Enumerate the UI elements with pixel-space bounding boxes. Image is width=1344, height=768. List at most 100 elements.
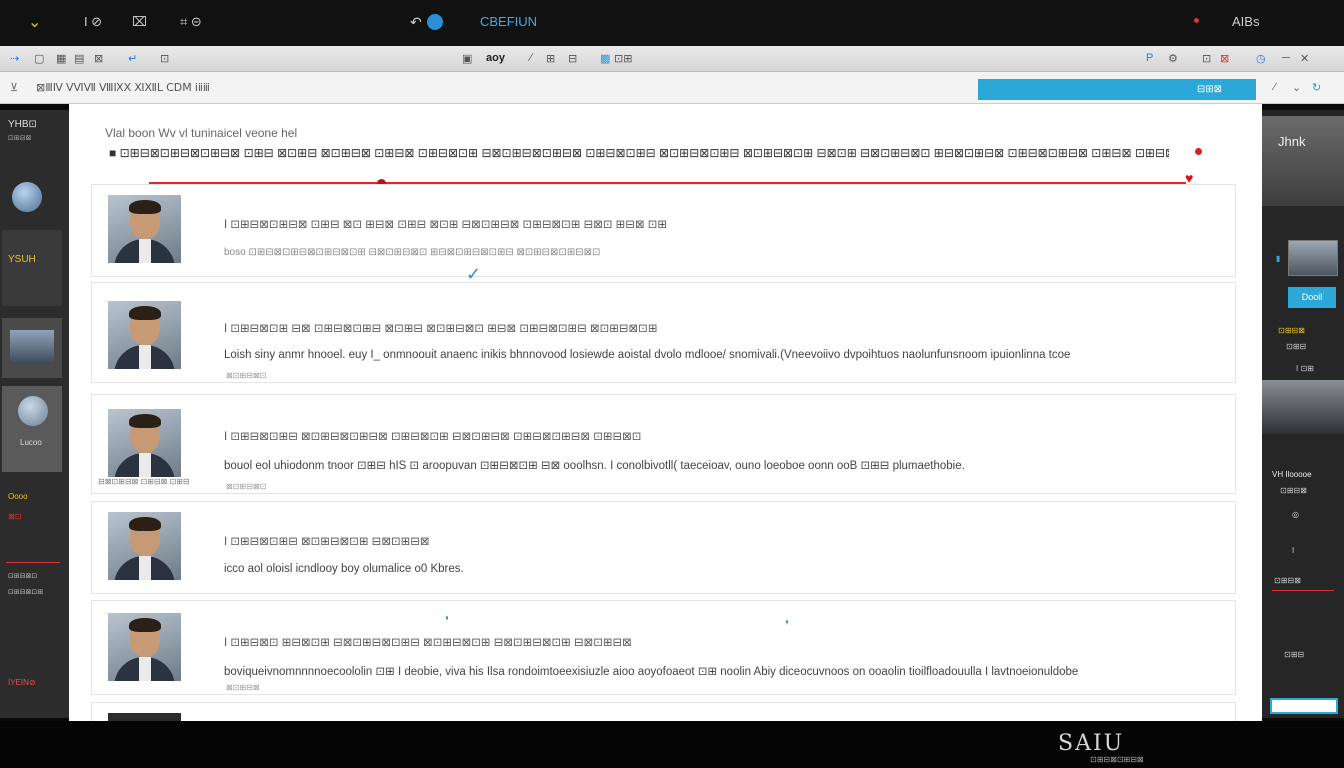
title-bar: ⌄ I ⊘ ⌧ ⌗ ⊝ ↶ CBEFIUN AIBs xyxy=(0,0,1344,46)
edit-marker-icon[interactable]: ❜ xyxy=(785,618,789,632)
list-item[interactable]: I ⊡⊞⊟⊠⊡⊞ ⊟⊠ ⊡⊞⊟⊠⊡⊞⊟ ⊠⊡⊞⊟ ⊠⊡⊞⊟⊠⊡ ⊞⊟⊠ ⊡⊞⊟⊠… xyxy=(91,282,1236,383)
globe-icon[interactable] xyxy=(12,182,42,212)
record-indicator-icon xyxy=(1194,18,1199,23)
back-arrow-icon[interactable]: ↶ xyxy=(410,14,422,31)
preview-image[interactable] xyxy=(1262,116,1344,206)
settings-icon[interactable]: ⚙ xyxy=(1168,52,1178,65)
tool-icon-11[interactable]: ⊡⊞ xyxy=(614,52,632,65)
sidebar-link-2[interactable]: ⊡⊞⊟⊠⊡⊞ xyxy=(8,588,43,596)
sidebar-subtitle: ⊡⊞⊟⊠ xyxy=(8,135,32,142)
sidebar-title: YHB⊡ xyxy=(8,119,37,130)
pin-icon[interactable]: P xyxy=(1146,52,1153,64)
avatar xyxy=(108,512,181,580)
tool-icon-7[interactable]: ⁄ xyxy=(530,52,532,64)
landscape-image[interactable] xyxy=(1262,380,1344,434)
row-title: I ⊡⊞⊟⊠⊡⊞ ⊟⊠ ⊡⊞⊟⊠⊡⊞⊟ ⊠⊡⊞⊟ ⊠⊡⊞⊟⊠⊡ ⊞⊟⊠ ⊡⊞⊟⊠… xyxy=(224,323,658,335)
window-close-icon[interactable]: ✕ xyxy=(1300,52,1309,65)
brand-tagline: ⊡⊞⊟⊠⊡⊞⊟⊠ xyxy=(1090,755,1144,764)
help-icon[interactable]: ◷ xyxy=(1256,52,1266,65)
image-icon[interactable]: ▣ xyxy=(462,52,472,65)
row-title: I ⊡⊞⊟⊠⊡ ⊞⊟⊠⊡⊞ ⊟⊠⊡⊞⊟⊠⊡⊞⊟ ⊠⊡⊞⊟⊠⊡⊞ ⊟⊠⊡⊞⊟⊠⊡⊞… xyxy=(224,637,632,649)
sidebar-footer-label[interactable]: IYEIN⊘ xyxy=(8,678,36,687)
app-title: CBEFIUN xyxy=(480,14,538,29)
tool-icon-3[interactable]: ▦ xyxy=(56,52,66,65)
avatar xyxy=(108,613,181,681)
tool-icon-6[interactable]: ⊡ xyxy=(160,52,169,65)
sidebar-alert-icon[interactable]: ⊠⊡ xyxy=(8,512,21,521)
close-icon[interactable]: ⊠ xyxy=(94,52,103,65)
page-subtitle: ■ ⊡⊞⊟⊠⊡⊞⊟⊠⊡⊞⊟⊠ ⊡⊞⊟ ⊠⊡⊞⊟ ⊠⊡⊞⊟⊠ ⊡⊞⊟⊠ ⊡⊞⊟⊠⊡… xyxy=(109,146,1169,160)
avatar xyxy=(108,409,181,477)
alert-icon[interactable]: ⊠ xyxy=(1220,52,1229,65)
topbar-item-3[interactable]: ⌗ ⊝ xyxy=(180,14,202,30)
main-content: Vlal boon Wv vl tuninaicel veone hel ■ ⊡… xyxy=(69,104,1262,722)
toolbar-center-label[interactable]: aoy xyxy=(486,52,505,64)
list-item[interactable]: I ⊡⊞⊟⊠⊡⊞⊟⊠ ⊡⊞⊟ ⊠⊡ ⊞⊟⊠ ⊡⊞⊟ ⊠⊡⊞ ⊟⊠⊡⊞⊟⊠ ⊡⊞⊟… xyxy=(91,184,1236,277)
tool-icon-8[interactable]: ⊞ xyxy=(546,52,555,65)
row-description: boso ⊡⊞⊟⊠⊡⊞⊟⊠⊡⊞⊟⊠⊡⊞ ⊟⊠⊡⊞⊟⊠⊡ ⊞⊟⊠⊡⊞⊟⊠⊡⊞⊟ ⊠… xyxy=(224,247,601,258)
sidebar-card-selected[interactable]: YSUH xyxy=(2,230,62,306)
right-panel-text-5: I xyxy=(1292,546,1295,555)
dropdown-icon[interactable]: ⌄ xyxy=(1292,81,1301,94)
divider xyxy=(1272,590,1334,591)
footer: SAIU ⊡⊞⊟⊠⊡⊞⊟⊠ xyxy=(0,721,1344,768)
right-sidebar: Jhnk ▮ Dooil ⊡⊞⊟⊠ ⊡⊞⊟ I ⊡⊞ VH Ilooooe ⊡⊞… xyxy=(1262,110,1344,718)
row-title: I ⊡⊞⊟⊠⊡⊞⊟ ⊠⊡⊞⊟⊠⊡⊞ ⊟⊠⊡⊞⊟⊠ xyxy=(224,536,430,548)
expand-icon[interactable]: ⁄ xyxy=(1274,81,1276,93)
topbar-item-1[interactable]: I ⊘ xyxy=(84,14,102,30)
row-description: Loish siny anmr hnooel. euy I_ onmnoouit… xyxy=(224,349,1071,361)
account-label[interactable]: AIBs xyxy=(1232,14,1259,29)
row-meta: ⊠⊡⊞⊟⊠ xyxy=(226,683,260,692)
share-icon[interactable]: ⊡ xyxy=(1202,52,1211,65)
avatar-caption: ⊟⊠⊡⊞⊟⊠ ⊡⊞⊟⊠ ⊡⊞⊟ xyxy=(98,477,190,486)
right-panel-text-7: ⊡⊞⊟ xyxy=(1284,650,1305,659)
avatar xyxy=(108,195,181,263)
sidebar-item-label-3[interactable]: Oooo xyxy=(8,492,28,501)
indicator-icon: ▮ xyxy=(1276,254,1281,263)
list-item[interactable] xyxy=(91,702,1236,722)
avatar xyxy=(108,301,181,369)
sidebar-link-1[interactable]: ⊡⊞⊟⊠⊡ xyxy=(8,572,37,580)
row-meta: ⊠⊡⊞⊟⊠⊡ xyxy=(226,482,267,491)
right-panel-input[interactable] xyxy=(1270,698,1338,714)
thumbnail-image xyxy=(10,330,54,364)
toolbar: ⇢ ▢ ▦ ▤ ⊠ ↵ ⊡ ▣ aoy ⁄ ⊞ ⊟ ▩ ⊡⊞ P ⚙ ⊡ ⊠ ◷… xyxy=(0,46,1344,72)
minimize-icon[interactable]: ─ xyxy=(1282,52,1290,64)
sidebar-card-globe[interactable]: Lucoo xyxy=(2,386,62,472)
tool-icon-9[interactable]: ⊟ xyxy=(568,52,577,65)
preview-card[interactable] xyxy=(1288,240,1338,276)
sidebar-card-image[interactable] xyxy=(2,318,62,378)
right-panel-title: Jhnk xyxy=(1278,134,1306,149)
right-panel-text-6: ⊡⊞⊟⊠ xyxy=(1274,576,1301,585)
info-icon[interactable]: ◎ xyxy=(1292,510,1299,519)
nav-icon[interactable]: ⊻ xyxy=(10,81,18,94)
list-item[interactable]: I ⊡⊞⊟⊠⊡ ⊞⊟⊠⊡⊞ ⊟⊠⊡⊞⊟⊠⊡⊞⊟ ⊠⊡⊞⊟⊠⊡⊞ ⊟⊠⊡⊞⊟⊠⊡⊞… xyxy=(91,600,1236,695)
right-panel-text-3: I ⊡⊞ xyxy=(1296,364,1314,373)
breadcrumb[interactable]: ⊠ⅢⅣ ⅤⅥⅦ ⅧⅨⅩ ⅪⅫⅬ ⅭⅮⅯ ⅰⅱⅲ xyxy=(36,81,210,94)
chevron-down-icon[interactable]: ⌄ xyxy=(28,12,41,32)
topbar-item-2[interactable]: ⌧ xyxy=(132,14,147,30)
tool-icon-1[interactable]: ⇢ xyxy=(10,52,19,65)
edit-marker-icon[interactable]: ❜ xyxy=(445,614,449,628)
primary-action-button[interactable]: ⊟⊞⊠ xyxy=(978,79,1256,100)
row-description: icco aol oloisl icndlooy boy olumalice o… xyxy=(224,563,464,575)
marker-dot[interactable] xyxy=(1195,148,1202,155)
brand-logo: SAIU xyxy=(1058,731,1125,756)
row-title: I ⊡⊞⊟⊠⊡⊞⊟ ⊠⊡⊞⊟⊠⊡⊞⊟⊠ ⊡⊞⊟⊠⊡⊞ ⊟⊠⊡⊞⊟⊠ ⊡⊞⊟⊠⊡⊞… xyxy=(224,431,642,443)
tool-icon-5[interactable]: ↵ xyxy=(128,52,137,65)
right-panel-text-2: ⊡⊞⊟ xyxy=(1286,342,1307,351)
list-item[interactable]: ⊟⊠⊡⊞⊟⊠ ⊡⊞⊟⊠ ⊡⊞⊟ I ⊡⊞⊟⊠⊡⊞⊟ ⊠⊡⊞⊟⊠⊡⊞⊟⊠ ⊡⊞⊟⊠… xyxy=(91,394,1236,494)
row-description: boviqueivnomnnnnoecoololin ⊡⊞ I deobie, … xyxy=(224,666,1079,678)
row-meta: ⊠⊡⊞⊟⊠⊡ xyxy=(226,371,267,380)
right-panel-text-1: ⊡⊞⊟⊠ xyxy=(1278,326,1305,335)
tool-icon-10[interactable]: ▩ xyxy=(600,52,610,65)
right-panel-button[interactable]: Dooil xyxy=(1288,287,1336,308)
list-item[interactable]: I ⊡⊞⊟⊠⊡⊞⊟ ⊠⊡⊞⊟⊠⊡⊞ ⊟⊠⊡⊞⊟⊠ icco aol oloisl… xyxy=(91,501,1236,594)
right-panel-text-4: ⊡⊞⊟⊠ xyxy=(1280,486,1307,495)
row-title: I ⊡⊞⊟⊠⊡⊞⊟⊠ ⊡⊞⊟ ⊠⊡ ⊞⊟⊠ ⊡⊞⊟ ⊠⊡⊞ ⊟⊠⊡⊞⊟⊠ ⊡⊞⊟… xyxy=(224,219,668,231)
tool-icon-2[interactable]: ▢ xyxy=(34,52,44,65)
tool-icon-4[interactable]: ▤ xyxy=(74,52,84,65)
app-logo-icon xyxy=(427,14,443,30)
row-description: bouol eol uhiodonm tnoor ⊡⊞⊟ hIS ⊡ aroop… xyxy=(224,460,965,472)
refresh-icon[interactable]: ↻ xyxy=(1312,81,1321,94)
